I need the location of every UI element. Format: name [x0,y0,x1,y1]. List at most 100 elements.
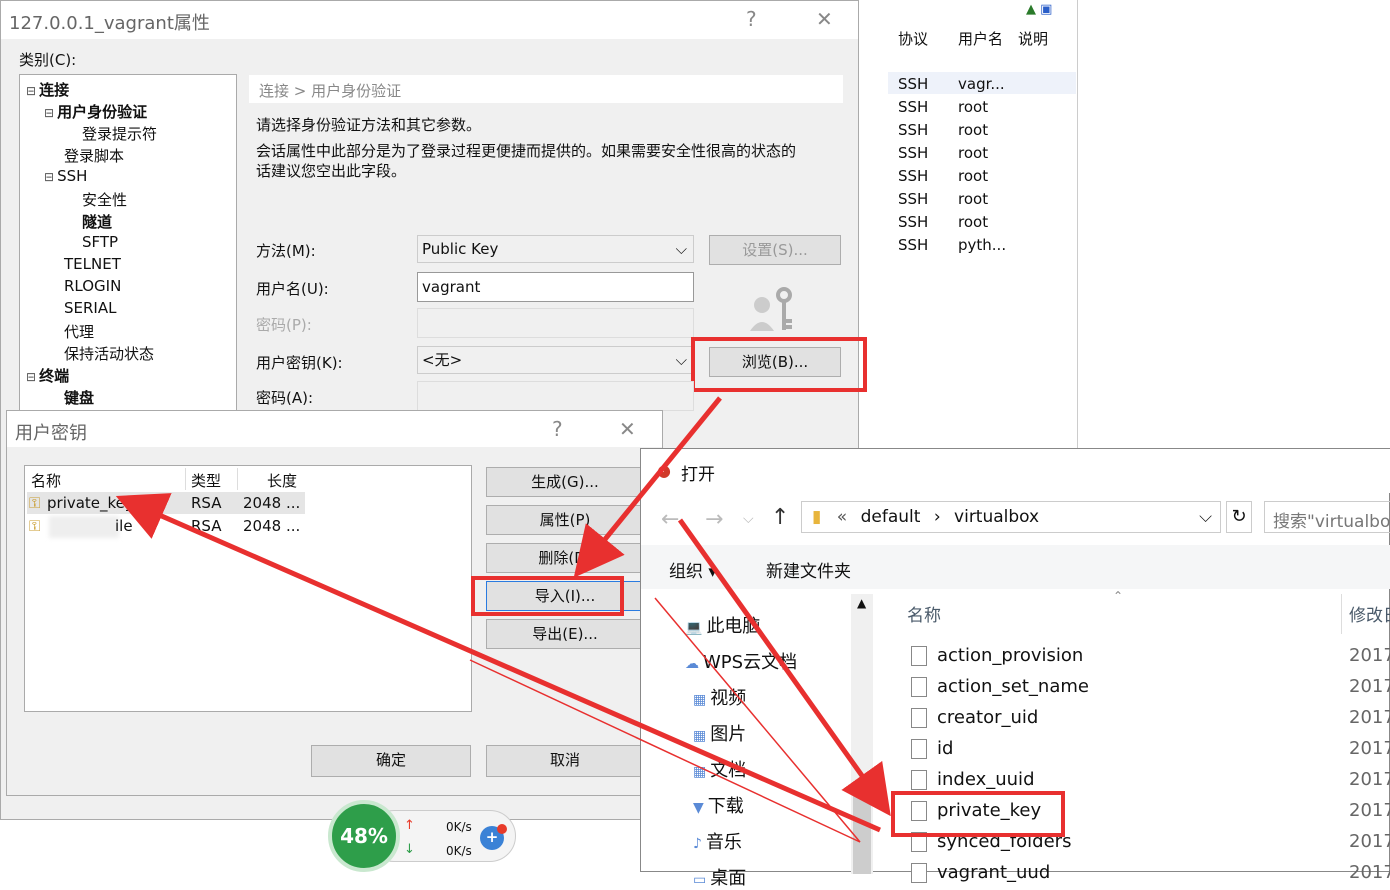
nav-item[interactable]: ▭ 桌面 [693,864,746,890]
tree-item[interactable]: ⊟ 终端 [26,365,69,386]
col-desc[interactable]: 说明 [1018,28,1048,49]
nav-item[interactable]: ▼ 下载 [693,792,744,818]
col-file-modified[interactable]: 修改日 [1349,601,1390,626]
new-folder-button[interactable]: 新建文件夹 [766,557,851,582]
tree-item[interactable]: 键盘 [64,387,94,408]
file-name: creator_uid [937,707,1039,728]
col-protocol[interactable]: 协议 [898,28,928,49]
usage-badge[interactable]: 48% [328,800,400,872]
file-icon [911,863,927,883]
col-name[interactable]: 名称 [31,470,61,491]
chevron-down-icon[interactable]: ⌵ [1199,507,1212,527]
col-file-name[interactable]: 名称 [907,601,941,626]
nav-scrollbar[interactable]: ▲ [851,594,873,874]
scroll-up-icon[interactable]: ▲ [857,596,866,610]
nav-item[interactable]: ▦ 文档 [693,756,746,782]
passphrase-field[interactable] [417,381,694,411]
network-speed-widget: 48% ↑ ↓ 0K/s 0K/s + [328,800,518,872]
method-select[interactable]: Public Key ⌵ [417,235,694,263]
file-row[interactable]: action_provision 2017 [911,645,1390,673]
nav-item[interactable]: ▦ 视频 [693,684,746,710]
tree-item[interactable]: TELNET [64,255,121,273]
generate-button[interactable]: 生成(G)... [486,467,644,497]
tree-item[interactable]: ⊟ SSH [44,167,87,185]
tree-item[interactable]: ⊟ 连接 [26,79,69,100]
properties-button[interactable]: 属性(P) [486,505,644,535]
tree-item[interactable]: 安全性 [82,189,127,210]
properties-titlebar: 127.0.0.1_vagrant属性 [1,1,858,39]
tree-item[interactable]: RLOGIN [64,277,121,295]
nav-item-label: 视频 [710,688,747,709]
username-field[interactable]: vagrant [417,272,694,302]
folder-icon: ▮ [812,507,822,527]
nav-item[interactable]: ☁ WPS云文档 [685,648,797,674]
chevron-down-icon[interactable]: ⌵ [743,511,754,527]
breadcrumb: 连接 > 用户身份验证 [249,75,843,103]
tree-item[interactable]: 代理 [64,321,94,342]
close-icon[interactable]: ✕ [619,417,636,441]
session-user: root [958,213,989,231]
expand-toggle-icon[interactable]: ⊟ [26,370,36,384]
expand-toggle-icon[interactable]: ⊟ [44,170,54,184]
refresh-icon[interactable]: ↻ [1226,501,1252,533]
scroll-thumb[interactable] [853,794,871,874]
file-row[interactable]: creator_uid 2017 [911,707,1390,735]
description-2a: 会话属性中此部分是为了登录过程更便捷而提供的。如果需要安全性很高的状态的 [256,142,797,160]
file-icon [911,708,927,728]
key-list[interactable]: 名称 类型 长度 ⚿ private_key RSA 2048 ... ⚿ il… [24,465,472,712]
tree-item[interactable]: 登录提示符 [82,123,157,144]
path-segment[interactable]: default [861,507,921,527]
expand-toggle-icon[interactable]: ⊟ [44,106,54,120]
nav-item[interactable]: ♪ 音乐 [693,828,742,854]
cancel-button[interactable]: 取消 [486,745,644,777]
file-row[interactable]: id 2017 [911,738,1390,766]
tree-item[interactable]: ⊟ 用户身份验证 [44,101,147,122]
delete-button[interactable]: 删除(D) [486,543,644,573]
forward-icon[interactable]: → [705,507,723,532]
nav-item-icon: ▭ [693,872,707,888]
category-label: 类别(C): [19,51,77,69]
open-dialog-icon: ◕ [657,461,671,480]
close-icon[interactable]: ✕ [816,7,833,31]
col-length[interactable]: 长度 [267,470,297,491]
col-type[interactable]: 类型 [191,470,221,491]
session-protocol: SSH [898,144,929,162]
col-user[interactable]: 用户名 [958,28,1003,49]
help-button[interactable]: ? [746,7,757,31]
session-user: root [958,144,989,162]
path-segment[interactable]: virtualbox [954,507,1039,527]
help-button[interactable]: ? [552,417,563,441]
ok-button[interactable]: 确定 [311,745,471,777]
tree-item[interactable]: 登录脚本 [64,145,124,166]
up-icon[interactable]: ↑ [771,505,789,530]
description-2b: 话建议您空出此字段。 [256,162,407,180]
user-key-select[interactable]: <无> ⌵ [417,346,694,374]
nav-pane[interactable]: 💻 此电脑 ☁ WPS云文档 ▦ 视频 ▦ 图片 ▦ 文档 ▼ 下载 ♪ 音乐 ▭ 桌面 [641,594,873,889]
nav-item[interactable]: ▦ 图片 [693,720,746,746]
file-icon [911,677,927,697]
address-bar[interactable]: ▮ « default › virtualbox ⌵ [801,501,1221,533]
tree-item[interactable]: 保持活动状态 [64,343,154,364]
nav-item-icon: 💻 [685,620,703,636]
tree-item-label: 连接 [39,81,70,99]
tree-item[interactable]: 隧道 [82,211,112,232]
chevron-down-icon: ⌵ [675,240,687,258]
file-row[interactable]: action_set_name 2017 [911,676,1390,704]
download-arrow-icon: ↓ [404,842,415,857]
user-key-titlebar: 用户密钥 [7,411,662,447]
nav-item-icon: ▦ [693,728,707,744]
export-button[interactable]: 导出(E)... [486,619,644,649]
user-key-title: 用户密钥 [15,423,87,444]
tree-item[interactable]: SFTP [82,233,118,251]
category-tree[interactable]: ⊟ 连接 ⊟ 用户身份验证 登录提示符 登录脚本 ⊟ SSH 安全性 隧道 SFTP TELNET RL… [19,74,237,414]
organize-button[interactable]: 组织 ▾ [669,557,717,582]
settings-button[interactable]: 设置(S)... [709,235,841,265]
search-input[interactable]: 搜索"virtualbox" [1264,501,1390,533]
column-divider [237,468,238,490]
expand-toggle-icon[interactable]: ⊟ [26,84,36,98]
file-row[interactable]: vagrant_uud 2017 [911,862,1390,890]
password-field[interactable] [417,308,694,338]
tree-item[interactable]: SERIAL [64,299,116,317]
back-icon[interactable]: ← [661,507,679,532]
nav-item[interactable]: 💻 此电脑 [685,612,760,638]
